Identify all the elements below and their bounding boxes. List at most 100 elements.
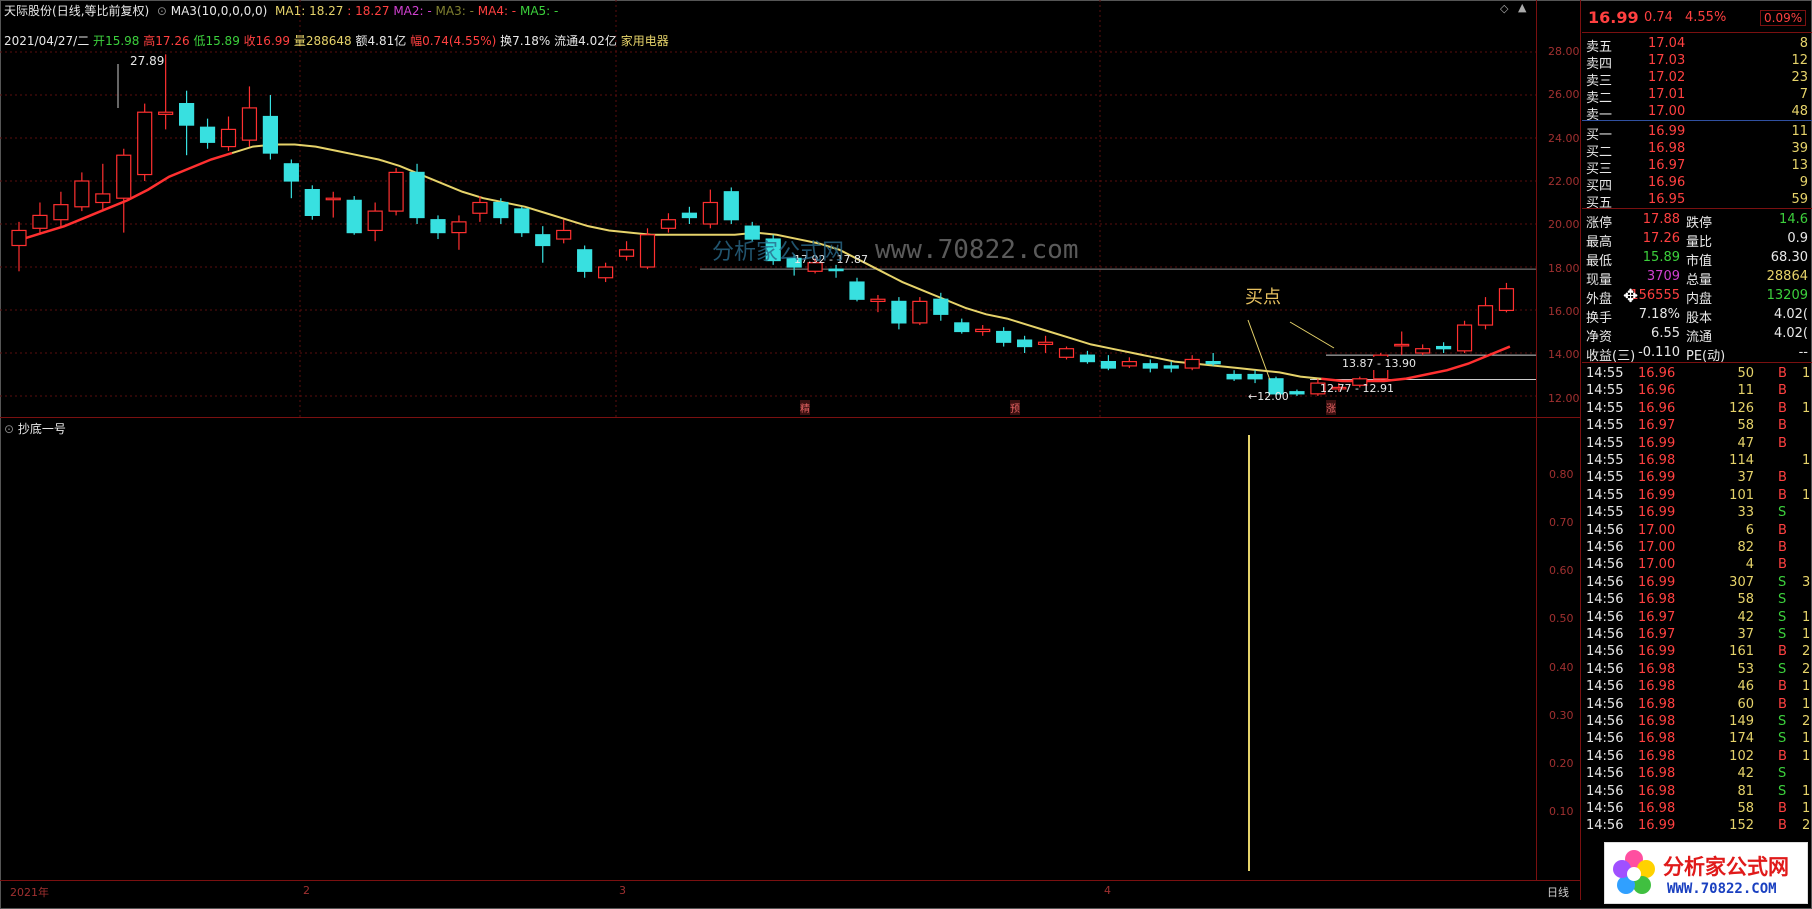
divider [1582, 362, 1812, 363]
period-label[interactable]: 日线 [1547, 884, 1569, 900]
divider [1582, 32, 1812, 33]
bid-row[interactable]: 买五 16.95 59 [1586, 192, 1810, 211]
stat-label: 现量 [1586, 273, 1613, 288]
stat-value: 4.02( [1773, 326, 1808, 341]
tick-volume: 149 [1729, 714, 1754, 729]
tick-time: 14:56 [1586, 679, 1624, 695]
main-kline-panel[interactable]: 天际股份(日线,等比前复权) ⊙ MA3(10,0,0,0,0) MA1: 18… [0, 0, 1580, 418]
time-label: 2 [303, 884, 310, 897]
settings-circle-icon[interactable]: ⊙ [153, 4, 167, 18]
tick-count: 1 [1802, 609, 1811, 625]
ask-row[interactable]: 卖二 17.01 7 [1586, 87, 1810, 106]
bid-row[interactable]: 买一 16.99 11 [1586, 124, 1810, 143]
candle-body [158, 111, 174, 115]
stat-value: 14.6 [1779, 212, 1808, 227]
stat-value: 17.88 [1642, 212, 1680, 227]
tick-volume: 81 [1737, 783, 1754, 799]
bid-row[interactable]: 买四 16.96 9 [1586, 175, 1810, 194]
ask-row[interactable]: 卖五 17.04 8 [1586, 36, 1810, 55]
ask-row[interactable]: 卖四 17.03 12 [1586, 53, 1810, 72]
tick-time: 14:56 [1586, 592, 1624, 608]
open-value: 15.98 [105, 34, 140, 48]
bid-row[interactable]: 买三 16.97 13 [1586, 158, 1810, 177]
tick-volume: 307 [1729, 574, 1754, 590]
bid-price: 16.97 [1648, 158, 1686, 173]
low-label: ←12.00 [1248, 390, 1289, 403]
ma4-label: MA4: - [477, 4, 517, 18]
price-tick: 20.00 [1548, 218, 1580, 231]
tick-volume: 42 [1737, 609, 1754, 625]
indicator-name[interactable]: 抄底一号 [18, 422, 66, 436]
tick-volume: 58 [1737, 801, 1754, 816]
candle-body [1289, 391, 1305, 395]
tick-time: 14:56 [1586, 661, 1624, 677]
float-label: 流通 [554, 34, 579, 48]
tick-count: 1 [1802, 453, 1811, 468]
price-tick: 18.00 [1548, 262, 1580, 275]
bid-price: 16.98 [1648, 141, 1686, 156]
chart-mode[interactable]: (日线,等比前复权) [52, 4, 149, 18]
tick-price: 16.98 [1638, 783, 1676, 799]
stat-label: 市值 [1686, 254, 1713, 269]
tick-side: B [1778, 679, 1787, 695]
tick-price: 16.98 [1638, 801, 1676, 816]
tick-row: 14:55 16.99 47 B [1586, 436, 1810, 453]
candle-body [241, 107, 258, 141]
amount-label: 额 [355, 34, 368, 48]
candle-body [660, 219, 677, 229]
logo-url: WWW.70822.COM [1667, 881, 1777, 897]
bid-row[interactable]: 买二 16.98 39 [1586, 141, 1810, 160]
tick-row: 14:55 16.96 11 B [1586, 383, 1810, 400]
ma3-params[interactable]: MA3(10,0,0,0,0) [171, 4, 268, 18]
stat-value: 7.18% [1638, 307, 1680, 322]
close-label: 收 [243, 34, 256, 48]
tick-time: 14:56 [1586, 540, 1624, 555]
tick-price: 16.98 [1638, 679, 1676, 695]
ask-row[interactable]: 卖三 17.02 23 [1586, 70, 1810, 89]
tick-side: B [1778, 644, 1787, 660]
tick-price: 16.98 [1638, 592, 1676, 608]
tick-price: 16.97 [1638, 418, 1676, 434]
price-change: 0.74 [1644, 10, 1673, 25]
candle-body [1435, 345, 1452, 350]
stat-value: 28864 [1766, 269, 1808, 284]
candle-body [11, 229, 27, 247]
stat-label: 外盘 [1586, 292, 1613, 307]
tick-side: B [1778, 418, 1787, 434]
candle-body [870, 298, 886, 303]
tick-price: 16.97 [1638, 627, 1676, 642]
sub-tick: 0.50 [1549, 612, 1574, 625]
stat-row: 最低 15.89 市值 68.30 [1586, 250, 1810, 269]
tick-price: 16.99 [1638, 818, 1676, 834]
industry[interactable]: 家用电器 [621, 34, 669, 48]
sub-tick: 0.60 [1549, 564, 1574, 577]
ma1-label: MA1 [271, 4, 302, 18]
indicator-header: ⊙ 抄底一号 [4, 420, 66, 437]
stat-label: 股本 [1686, 311, 1713, 326]
stat-value: 6.55 [1651, 326, 1680, 341]
bid-volume: 59 [1791, 192, 1808, 207]
candle-body [1394, 343, 1410, 347]
tick-side: B [1778, 557, 1787, 573]
flower-logo-icon [1613, 850, 1655, 894]
stat-label: 最低 [1586, 254, 1613, 269]
tick-volume: 60 [1737, 696, 1754, 712]
tick-row: 14:55 16.99 33 S [1586, 505, 1810, 522]
candle-body [514, 208, 530, 234]
tick-side: S [1778, 627, 1787, 642]
scroll-up-icon[interactable]: ▲ [1518, 1, 1526, 14]
tick-price: 16.96 [1638, 366, 1676, 381]
tick-time: 14:56 [1586, 609, 1624, 625]
diamond-icon[interactable]: ◇ [1500, 2, 1508, 15]
bid-price: 16.96 [1648, 175, 1686, 190]
candle-body [954, 322, 970, 333]
sub-tick: 0.20 [1549, 757, 1574, 770]
kline-chart[interactable] [0, 0, 1580, 418]
tick-time: 14:55 [1586, 418, 1624, 434]
tick-price: 16.97 [1638, 609, 1676, 625]
indicator-settings-icon[interactable]: ⊙ [4, 422, 14, 436]
tick-row: 14:56 16.98 174 S 1 [1586, 731, 1810, 748]
ask-row[interactable]: 卖一 17.00 48 [1586, 104, 1810, 123]
stock-name[interactable]: 天际股份 [4, 4, 52, 18]
indicator-panel[interactable]: ⊙ 抄底一号 0.80 0.70 0.60 0.50 0.40 0.30 0.2… [0, 418, 1580, 880]
